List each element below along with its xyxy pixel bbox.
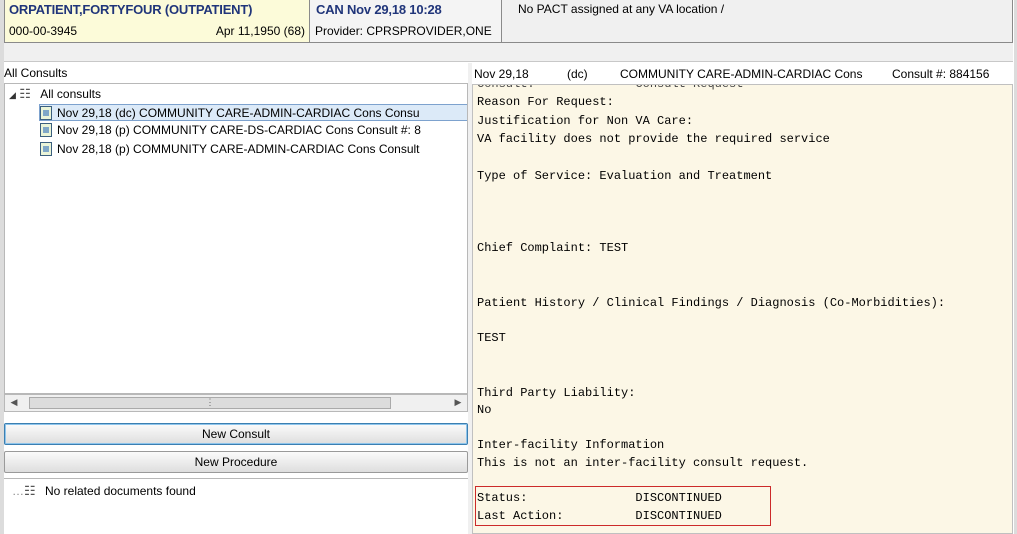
- detail-status: (dc): [567, 67, 588, 81]
- patient-ssn: 000-00-3945: [9, 24, 78, 38]
- encounter-button[interactable]: CAN Nov 29,18 10:28 Provider: CPRSPROVID…: [309, 0, 502, 43]
- header-separator: [4, 43, 1013, 62]
- pact-panel[interactable]: No PACT assigned at any VA location /: [501, 0, 1013, 43]
- detail-title: COMMUNITY CARE-ADMIN-CARDIAC Cons: [620, 67, 863, 81]
- consult-item-2[interactable]: Nov 29,18 (p) COMMUNITY CARE-DS-CARDIAC …: [40, 122, 421, 139]
- new-procedure-button[interactable]: New Procedure: [4, 451, 468, 473]
- detail-header: Nov 29,18 (dc) COMMUNITY CARE-ADMIN-CARD…: [472, 63, 1013, 84]
- third-party-liability-value: No: [477, 403, 492, 417]
- tree-group-icon: ☷: [24, 483, 36, 498]
- chief-complaint: Chief Complaint: TEST: [477, 241, 629, 255]
- tree-group-icon: ☷: [19, 86, 31, 101]
- tree-horizontal-scrollbar[interactable]: ◀ ⋮ ▶: [4, 394, 468, 412]
- status-line: Status: DISCONTINUED: [477, 491, 722, 505]
- tree-root[interactable]: ◢ ☷ All consults: [9, 86, 101, 103]
- type-of-service: Type of Service: Evaluation and Treatmen…: [477, 169, 773, 183]
- detail-cut-line: Consult: Consult Request: [477, 84, 744, 91]
- new-consult-button[interactable]: New Consult: [4, 423, 468, 445]
- consult-doc-icon: [40, 106, 52, 120]
- consult-number: Consult #: 884156: [892, 67, 990, 81]
- inter-facility-value: This is not an inter-facility consult re…: [477, 456, 809, 470]
- reason-for-request: Reason For Request:: [477, 95, 614, 109]
- pact-text: No PACT assigned at any VA location /: [518, 2, 725, 16]
- justification-value: VA facility does not provide the require…: [477, 132, 830, 146]
- inter-facility-label: Inter-facility Information: [477, 438, 665, 452]
- scroll-left-icon[interactable]: ◀: [7, 397, 21, 408]
- tree-root-label: All consults: [40, 87, 101, 101]
- patient-dob-age: Apr 11,1950 (68): [215, 24, 305, 38]
- patient-name: ORPATIENT,FORTYFOUR (OUTPATIENT): [9, 2, 253, 17]
- cprs-consults-window: ORPATIENT,FORTYFOUR (OUTPATIENT) 000-00-…: [0, 0, 1017, 534]
- patient-info-button[interactable]: ORPATIENT,FORTYFOUR (OUTPATIENT) 000-00-…: [4, 0, 310, 43]
- consult-detail-text[interactable]: Consult: Consult Request Reason For Requ…: [472, 84, 1013, 534]
- patient-history-label: Patient History / Clinical Findings / Di…: [477, 296, 946, 310]
- consult-item-1[interactable]: Nov 29,18 (dc) COMMUNITY CARE-ADMIN-CARD…: [39, 104, 467, 121]
- expand-icon[interactable]: ◢: [9, 90, 16, 100]
- consult-item-text: Nov 29,18 (p) COMMUNITY CARE-DS-CARDIAC …: [57, 123, 421, 137]
- patient-history-value: TEST: [477, 331, 506, 345]
- related-documents-tree[interactable]: …☷ No related documents found: [4, 478, 468, 534]
- detail-date: Nov 29,18: [474, 67, 529, 81]
- consult-doc-icon: [40, 142, 52, 156]
- related-docs-label: No related documents found: [45, 484, 196, 498]
- consult-item-text: Nov 29,18 (dc) COMMUNITY CARE-ADMIN-CARD…: [57, 106, 420, 120]
- third-party-liability-label: Third Party Liability:: [477, 386, 636, 400]
- justification-label: Justification for Non VA Care:: [477, 114, 694, 128]
- consult-item-text: Nov 28,18 (p) COMMUNITY CARE-ADMIN-CARDI…: [57, 142, 420, 156]
- scroll-right-icon[interactable]: ▶: [451, 397, 465, 408]
- consult-doc-icon: [40, 123, 52, 137]
- consults-list-label: All Consults: [4, 66, 68, 80]
- scroll-thumb[interactable]: ⋮: [29, 397, 391, 409]
- last-action-line: Last Action: DISCONTINUED: [477, 509, 722, 523]
- encounter-provider: Provider: CPRSPROVIDER,ONE: [315, 24, 492, 38]
- consult-item-3[interactable]: Nov 28,18 (p) COMMUNITY CARE-ADMIN-CARDI…: [40, 141, 420, 158]
- consults-tree[interactable]: ◢ ☷ All consults Nov 29,18 (dc) COMMUNITY…: [4, 83, 468, 394]
- related-docs-row[interactable]: …☷ No related documents found: [12, 483, 196, 500]
- encounter-location-date: CAN Nov 29,18 10:28: [316, 2, 442, 17]
